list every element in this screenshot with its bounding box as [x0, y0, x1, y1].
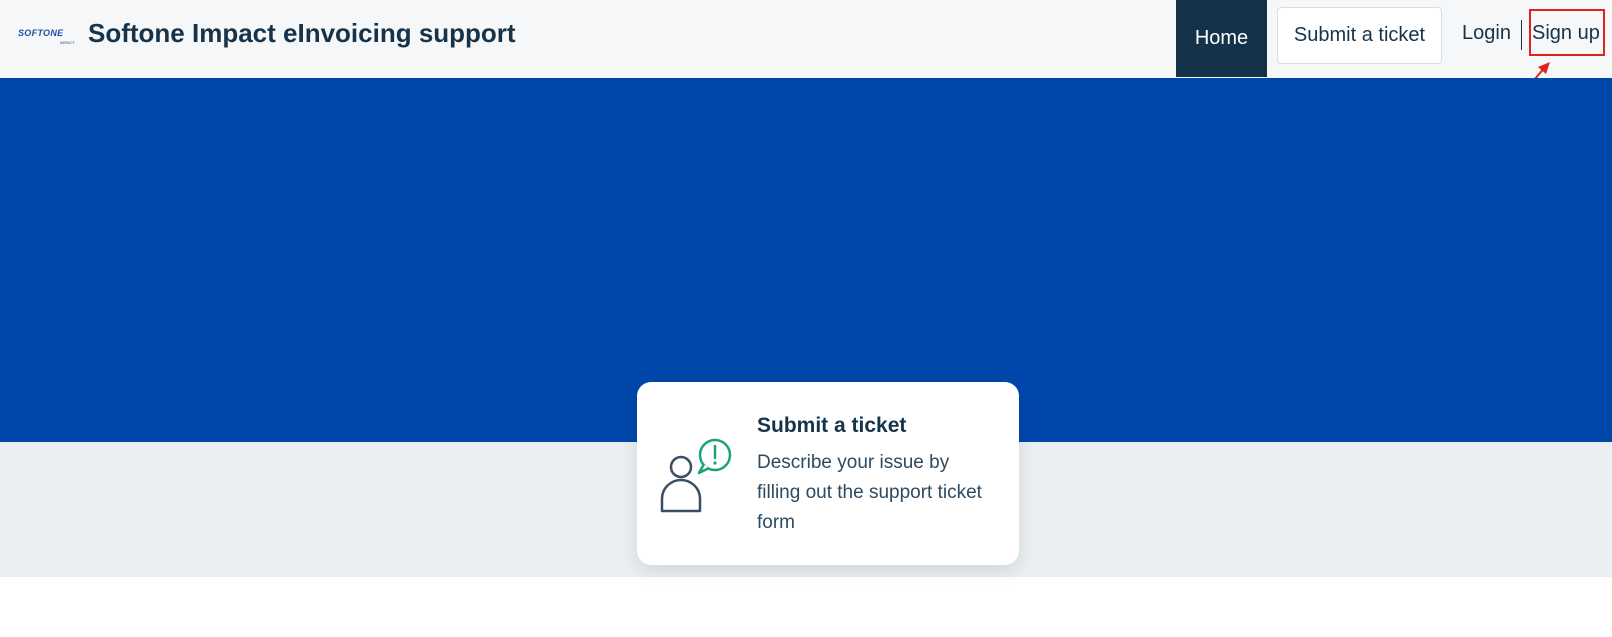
user-alert-icon [660, 438, 732, 513]
card-description: Describe your issue by filling out the s… [757, 452, 982, 533]
logo-subtext: IMPACT [60, 40, 75, 45]
logo-text: SOFTONE [18, 28, 64, 38]
site-title[interactable]: Softone Impact eInvoicing support [88, 18, 516, 49]
softone-logo[interactable]: SOFTONE IMPACT [18, 27, 78, 47]
submit-ticket-card[interactable]: Submit a ticket Describe your issue by f… [637, 382, 1019, 565]
site-header: SOFTONE IMPACT Softone Impact eInvoicing… [0, 0, 1612, 78]
nav-home-link[interactable]: Home [1176, 0, 1267, 77]
nav-login-link[interactable]: Login [1462, 22, 1511, 45]
nav-divider [1521, 20, 1522, 50]
annotation-highlight-box [1529, 9, 1605, 56]
nav-submit-ticket-button[interactable]: Submit a ticket [1277, 7, 1442, 64]
card-title: Submit a ticket [757, 414, 907, 437]
